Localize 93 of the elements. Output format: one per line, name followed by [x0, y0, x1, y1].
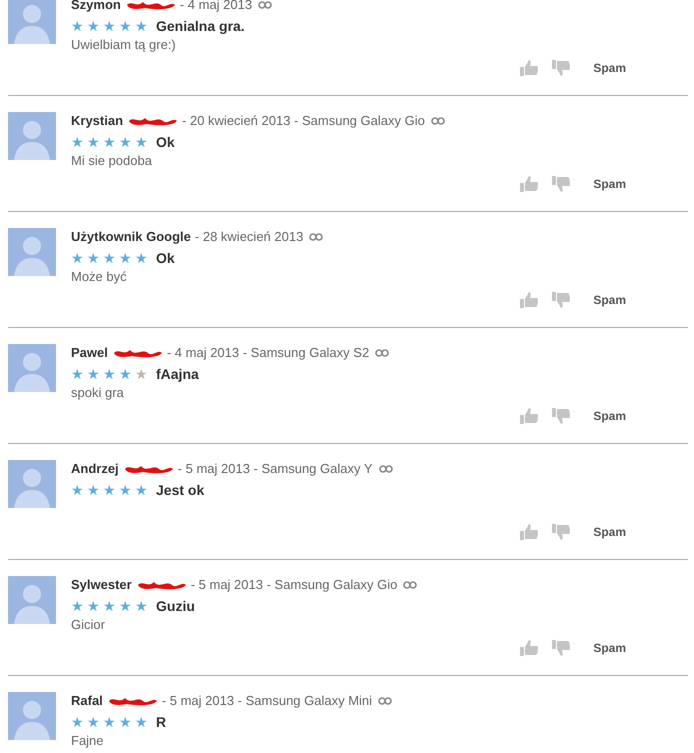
star-icon: ★ — [87, 133, 100, 151]
link-icon[interactable] — [258, 1, 272, 9]
thumbs-up-icon[interactable] — [519, 407, 540, 425]
star-icon: ★ — [119, 133, 132, 151]
review-title: Ok — [156, 249, 175, 267]
avatar-icon — [8, 112, 56, 160]
author-name[interactable]: Krystian — [71, 112, 124, 130]
star-icon: ★ — [87, 365, 100, 383]
thumbs-up-icon[interactable] — [519, 291, 540, 309]
spam-link[interactable]: Spam — [593, 59, 626, 77]
thumbs-up-icon[interactable] — [519, 639, 540, 657]
author-name[interactable]: Rafal — [71, 692, 103, 710]
review-text: spoki gra — [71, 385, 124, 401]
star-icon: ★ — [71, 133, 84, 151]
author-name[interactable]: Szymon — [71, 0, 121, 14]
star-icon: ★ — [119, 365, 132, 383]
review-text: Może być — [71, 269, 127, 285]
review-text: Gicior — [71, 617, 105, 633]
star-icon: ★ — [135, 481, 148, 499]
avatar-icon — [8, 692, 56, 740]
review-title: fAajna — [156, 365, 199, 383]
star-icon: ★ — [71, 17, 84, 35]
star-icon: ★ — [135, 713, 148, 731]
thumbs-down-icon[interactable] — [551, 175, 572, 193]
link-icon[interactable] — [430, 117, 445, 125]
link-icon[interactable] — [309, 233, 324, 241]
spam-link[interactable]: Spam — [593, 407, 626, 425]
star-icon: ★ — [119, 17, 132, 35]
star-icon: ★ — [103, 713, 116, 731]
review-text: Fajne — [71, 733, 104, 749]
star-icon: ★ — [103, 249, 116, 267]
star-icon: ★ — [103, 17, 116, 35]
spam-link[interactable]: Spam — [593, 291, 626, 309]
thumbs-up-icon[interactable] — [519, 59, 540, 77]
review-title: Jest ok — [156, 481, 204, 499]
avatar-icon — [8, 228, 56, 276]
review-meta: - 5 maj 2013 - Samsung Galaxy Y — [178, 460, 373, 478]
star-icon: ★ — [87, 713, 100, 731]
review-meta: - 20 kwiecień 2013 - Samsung Galaxy Gio — [182, 112, 425, 130]
review-title: R — [156, 713, 166, 731]
review-meta: - 28 kwiecień 2013 — [194, 228, 304, 246]
author-name[interactable]: Pawel — [71, 344, 108, 362]
link-icon[interactable] — [378, 697, 392, 705]
star-icon: ★ — [135, 133, 148, 151]
avatar-icon — [8, 0, 56, 44]
link-icon[interactable] — [375, 349, 390, 357]
star-icon: ★ — [87, 597, 100, 615]
star-icon: ★ — [71, 713, 84, 731]
star-icon: ★ — [87, 249, 100, 267]
thumbs-down-icon[interactable] — [551, 639, 572, 657]
thumbs-down-icon[interactable] — [551, 407, 572, 425]
star-icon: ★ — [135, 597, 148, 615]
review-title: Ok — [156, 133, 175, 151]
star-icon: ★ — [103, 365, 116, 383]
review-meta: - 5 maj 2013 - Samsung Galaxy Mini — [162, 692, 372, 710]
author-name[interactable]: Andrzej — [71, 460, 119, 478]
star-icon: ★ — [103, 133, 116, 151]
review-text: Mi sie podoba — [71, 153, 152, 169]
thumbs-down-icon[interactable] — [551, 291, 572, 309]
thumbs-down-icon[interactable] — [551, 59, 572, 77]
thumbs-up-icon[interactable] — [519, 523, 540, 541]
review-meta: - 4 maj 2013 - Samsung Galaxy S2 — [166, 344, 370, 362]
spam-link[interactable]: Spam — [593, 523, 626, 541]
star-icon: ★ — [119, 597, 132, 615]
review-meta: - 5 maj 2013 - Samsung Galaxy Gio — [190, 576, 398, 594]
thumbs-down-icon[interactable] — [551, 523, 572, 541]
star-icon: ★ — [71, 249, 84, 267]
star-icon: ★ — [71, 481, 84, 499]
star-icon: ★ — [135, 249, 148, 267]
avatar-icon — [8, 344, 56, 392]
spam-link[interactable]: Spam — [593, 175, 626, 193]
thumbs-up-icon[interactable] — [519, 175, 540, 193]
star-icon: ★ — [87, 17, 100, 35]
review-title: Guziu — [156, 597, 195, 615]
star-icon: ★ — [135, 17, 148, 35]
star-icon: ★ — [87, 481, 100, 499]
star-icon: ★ — [71, 597, 84, 615]
star-icon: ★ — [119, 249, 132, 267]
link-icon[interactable] — [378, 465, 393, 473]
review-text: Uwielbiam tą gre:) — [71, 37, 176, 53]
author-name[interactable]: Sylwester — [71, 576, 132, 594]
link-icon[interactable] — [403, 581, 418, 589]
star-icon: ★ — [135, 365, 148, 383]
spam-link[interactable]: Spam — [593, 639, 626, 657]
avatar-icon — [8, 576, 56, 624]
star-icon: ★ — [103, 481, 116, 499]
star-icon: ★ — [119, 713, 132, 731]
star-icon: ★ — [71, 365, 84, 383]
review-title: Genialna gra. — [156, 17, 245, 35]
avatar-icon — [8, 460, 56, 508]
star-icon: ★ — [103, 597, 116, 615]
author-name[interactable]: Użytkownik Google — [71, 228, 191, 246]
star-icon: ★ — [119, 481, 132, 499]
